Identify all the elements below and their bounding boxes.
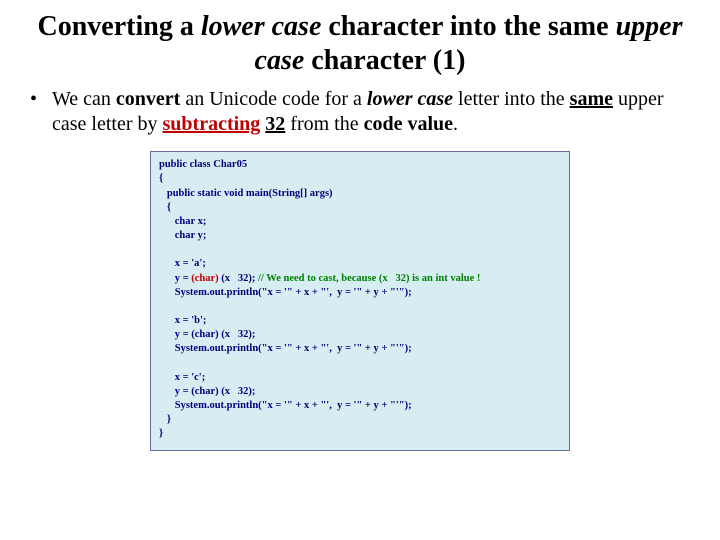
code-line: x = 'a'; [159,258,206,269]
code-line: public static void main(String[] args) [159,188,333,199]
code-line: public class Char05 [159,159,247,170]
code-line: y = (char) (x 32); [159,329,255,340]
title-part: character into the same [321,11,615,42]
bullet-item: • We can convert an Unicode code for a l… [30,87,690,137]
t-subtracting: subtracting [163,113,261,135]
t: letter into the [453,88,570,110]
code-content: public class Char05 { public static void… [159,158,561,441]
code-line: } [159,428,163,439]
code-line: (x 32); [219,273,258,284]
t: . [453,113,458,135]
code-line: y = [159,273,191,284]
code-line: System.out.println("x = '" + x + "', y =… [159,287,412,298]
code-line: System.out.println("x = '" + x + "', y =… [159,400,412,411]
t: We can [52,88,116,110]
code-line: x = 'b'; [159,315,206,326]
t-same: same [570,88,613,110]
code-cast: (char) [191,273,218,284]
code-line: { [159,173,163,184]
code-line: x = 'c'; [159,372,205,383]
page-title: Converting a lower case character into t… [30,10,690,77]
code-line: System.out.println("x = '" + x + "', y =… [159,343,412,354]
t: an Unicode code for a [180,88,367,110]
code-line: y = (char) (x 32); [159,386,255,397]
title-part: Converting a [38,11,201,42]
t-lowercase: lower case [367,88,453,110]
bullet-text: We can convert an Unicode code for a low… [52,87,690,137]
code-line: } [159,414,171,425]
code-line: char x; [159,216,206,227]
t: from the [285,113,363,135]
code-comment: // We need to cast, because (x 32) is an… [258,273,480,284]
title-emph-lower: lower case [201,11,322,42]
title-part: character (1) [304,45,465,76]
code-box: public class Char05 { public static void… [150,151,570,450]
code-line: { [159,202,171,213]
code-line: char y; [159,230,206,241]
t-convert: convert [116,88,180,110]
t-codevalue: code value [364,113,453,135]
t-32: 32 [265,113,285,135]
bullet-marker: • [30,87,52,137]
